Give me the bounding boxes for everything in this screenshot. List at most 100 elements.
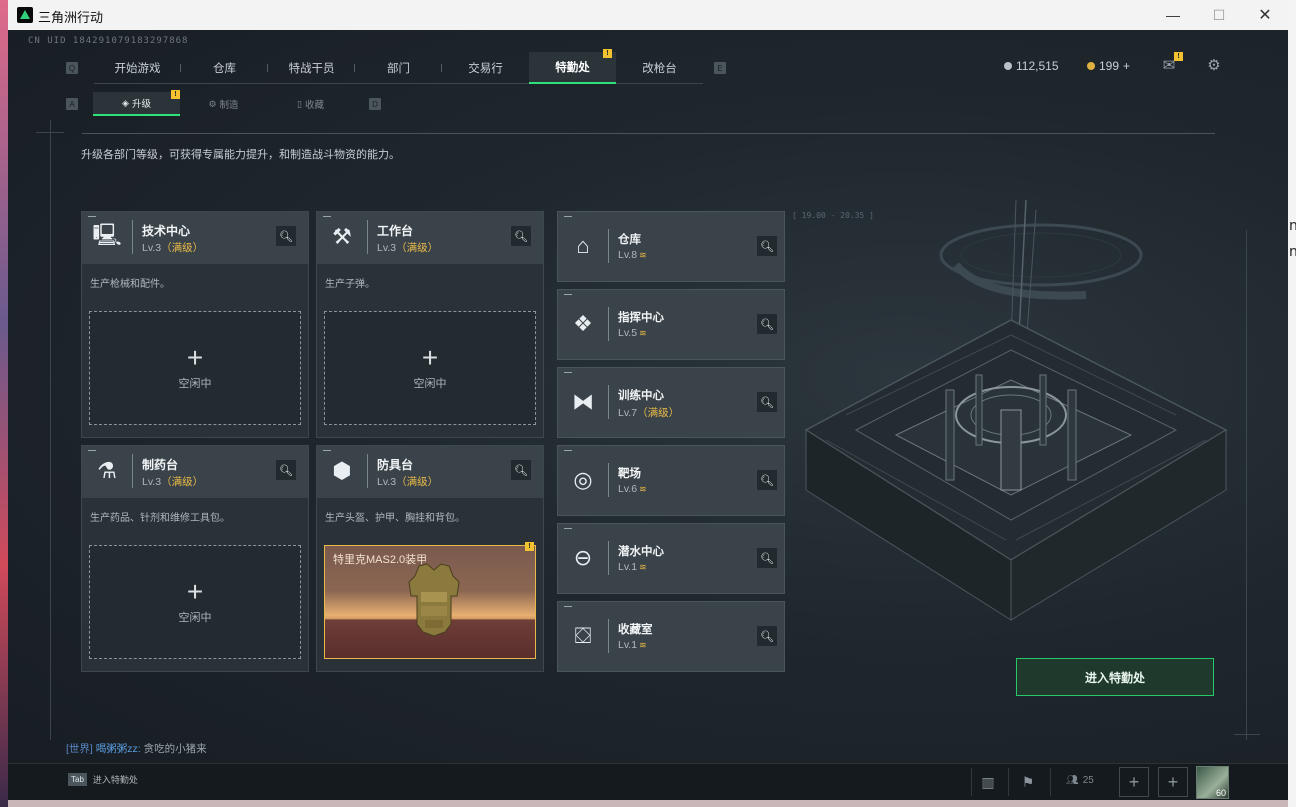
facility-card-collection-room[interactable]: ⛋ 收藏室 Lv.1 ≋ 🔍︎: [557, 601, 785, 672]
warehouse-icon: ⌂: [576, 233, 590, 258]
enter-special-ops-button[interactable]: 进入特勤处: [1016, 658, 1214, 696]
avatar[interactable]: 60: [1196, 766, 1229, 799]
max-level-tag: （满级）: [161, 476, 204, 488]
coin-balance[interactable]: 112,515: [1004, 59, 1059, 73]
d-key-hint: D: [369, 98, 381, 110]
add-teammate-slot[interactable]: +: [1158, 767, 1188, 797]
minimize-button[interactable]: —: [1150, 0, 1196, 30]
plus-icon: +: [186, 342, 204, 373]
tab-trade[interactable]: 交易行: [442, 52, 529, 84]
level-text: Lv.6: [618, 483, 638, 495]
facility-level: Lv.1 ≋: [618, 561, 647, 573]
corner-tick: [323, 450, 331, 451]
workstation-name: 防具台: [377, 458, 414, 472]
friends-online[interactable]: 👥︎ 25: [1066, 775, 1094, 786]
subtab-collection[interactable]: ▯ 收藏: [267, 92, 354, 116]
search-icon[interactable]: 🔍︎: [757, 236, 777, 256]
workstation-card-pharmacy[interactable]: ⚗ 制药台 Lv.3（满级） 🔍︎ 生产药品、针剂和维修工具包。 + 空闲中: [81, 445, 309, 672]
app-logo-icon: [17, 7, 33, 23]
workstation-description: 生产头盔、护甲、胸挂和背包。: [325, 513, 465, 524]
search-icon[interactable]: 🔍︎: [276, 460, 296, 480]
crafting-item-slot[interactable]: 特里克MAS2.0装甲: [324, 545, 536, 659]
tab-operators[interactable]: 特战干员: [268, 52, 355, 84]
facility-level: Lv.8 ≋: [618, 249, 647, 261]
search-icon[interactable]: 🔍︎: [757, 626, 777, 646]
empty-craft-slot[interactable]: + 空闲中: [324, 311, 536, 425]
settings-gear-icon[interactable]: ⚙: [1204, 56, 1224, 74]
facility-card-warehouse[interactable]: ⌂ 仓库 Lv.8 ≋ 🔍︎: [557, 211, 785, 282]
maximize-button[interactable]: ☐: [1196, 0, 1242, 30]
stats-chart-icon[interactable]: ▥: [976, 770, 1000, 794]
frame-line: [50, 120, 51, 740]
flag-icon[interactable]: ⚑: [1016, 770, 1040, 794]
facility-card-diving-center[interactable]: ⊖ 潜水中心 Lv.1 ≋ 🔍︎: [557, 523, 785, 594]
workstation-card-workbench[interactable]: ⚒ 工作台 Lv.3（满级） 🔍︎ 生产子弹。 + 空闲中: [316, 211, 544, 438]
title-bar[interactable]: 三角洲行动 — ☐ ✕: [8, 0, 1288, 30]
tab-shortcut-hint[interactable]: Tab 进入特勤处: [68, 773, 138, 786]
desktop-background-right: [1288, 0, 1296, 807]
gold-balance[interactable]: 199 +: [1087, 59, 1130, 73]
a-key-hint: A: [66, 98, 78, 110]
workstation-card-armor[interactable]: ⬢ 防具台 Lv.3（满级） 🔍︎ 生产头盔、护甲、胸挂和背包。 特里克MAS2…: [316, 445, 544, 672]
search-icon[interactable]: 🔍︎: [757, 470, 777, 490]
separator: [608, 229, 609, 263]
target-icon: ◎: [573, 467, 593, 492]
plus-icon: +: [421, 342, 439, 373]
workstation-level: Lv.3（满级）: [377, 240, 438, 255]
level-text: Lv.3: [377, 242, 397, 254]
slot-status: 空闲中: [413, 378, 447, 390]
special-ops-building-illustration: [ 19.00 - 20.35 ]: [792, 200, 1228, 621]
empty-craft-slot[interactable]: + 空闲中: [89, 545, 301, 659]
tab-gunsmith[interactable]: 改枪台: [616, 52, 703, 84]
workstation-card-tech-center[interactable]: 🖳 技术中心 Lv.3（满级） 🔍︎ 生产枪械和配件。 + 空闲中: [81, 211, 309, 438]
chat-user[interactable]: 喝粥粥zz:: [96, 743, 141, 755]
level-text: Lv.3: [377, 476, 397, 488]
player-level: 60: [1215, 788, 1226, 798]
gold-amount: 199: [1099, 59, 1120, 73]
friends-count: 25: [1082, 775, 1094, 786]
card-header: ⚒ 工作台 Lv.3（满级） 🔍︎: [317, 212, 543, 264]
user-uid: CN UID 184291079183297868: [28, 36, 189, 46]
search-icon[interactable]: 🔍︎: [757, 314, 777, 334]
add-gold-button[interactable]: +: [1123, 59, 1130, 73]
game-screen: CN UID 184291079183297868 Q 开始游戏 仓库 特战干员…: [8, 30, 1288, 800]
desktop-background-left: [0, 0, 8, 807]
separator: [608, 385, 609, 419]
separator: [608, 307, 609, 341]
e-key-hint: E: [714, 62, 726, 74]
tab-shortcut-label: 进入特勤处: [92, 775, 138, 785]
close-button[interactable]: ✕: [1242, 0, 1288, 30]
gold-coin-icon: [1087, 62, 1095, 70]
subtab-craft-label: 制造: [219, 100, 239, 111]
separator: [132, 220, 133, 254]
facility-name: 潜水中心: [618, 546, 664, 558]
tab-department[interactable]: 部门: [355, 52, 442, 84]
search-icon[interactable]: 🔍︎: [757, 548, 777, 568]
search-icon[interactable]: 🔍︎: [511, 460, 531, 480]
facility-name: 靶场: [618, 468, 641, 480]
workstation-name: 工作台: [377, 224, 414, 238]
subtab-upgrade[interactable]: ◈ 升级: [93, 92, 180, 116]
workstation-description: 生产子弹。: [325, 279, 375, 290]
world-chat-line[interactable]: [世界] 喝粥粥zz: 贪吃的小猪来: [66, 741, 207, 756]
corner-tick: [564, 372, 572, 373]
corner-tick: [323, 216, 331, 217]
search-icon[interactable]: 🔍︎: [511, 226, 531, 246]
empty-craft-slot[interactable]: + 空闲中: [89, 311, 301, 425]
facility-card-training-center[interactable]: ⧓ 训练中心 Lv.7（满级） 🔍︎: [557, 367, 785, 438]
separator: [608, 619, 609, 653]
friends-icon: 👥︎: [1066, 775, 1079, 786]
subtab-craft[interactable]: ⚙ 制造: [180, 92, 267, 116]
facility-card-shooting-range[interactable]: ◎ 靶场 Lv.6 ≋ 🔍︎: [557, 445, 785, 516]
tab-start-game[interactable]: 开始游戏: [94, 52, 181, 84]
max-level-tag: （满级）: [396, 476, 439, 488]
search-icon[interactable]: 🔍︎: [757, 392, 777, 412]
search-icon[interactable]: 🔍︎: [276, 226, 296, 246]
tab-warehouse[interactable]: 仓库: [181, 52, 268, 84]
corner-tick: [564, 216, 572, 217]
facility-card-command-center[interactable]: ❖ 指挥中心 Lv.5 ≋ 🔍︎: [557, 289, 785, 360]
chat-channel: [世界]: [66, 743, 93, 755]
add-teammate-slot[interactable]: +: [1119, 767, 1149, 797]
level-text: Lv.7: [618, 407, 638, 419]
separator: [971, 768, 972, 796]
